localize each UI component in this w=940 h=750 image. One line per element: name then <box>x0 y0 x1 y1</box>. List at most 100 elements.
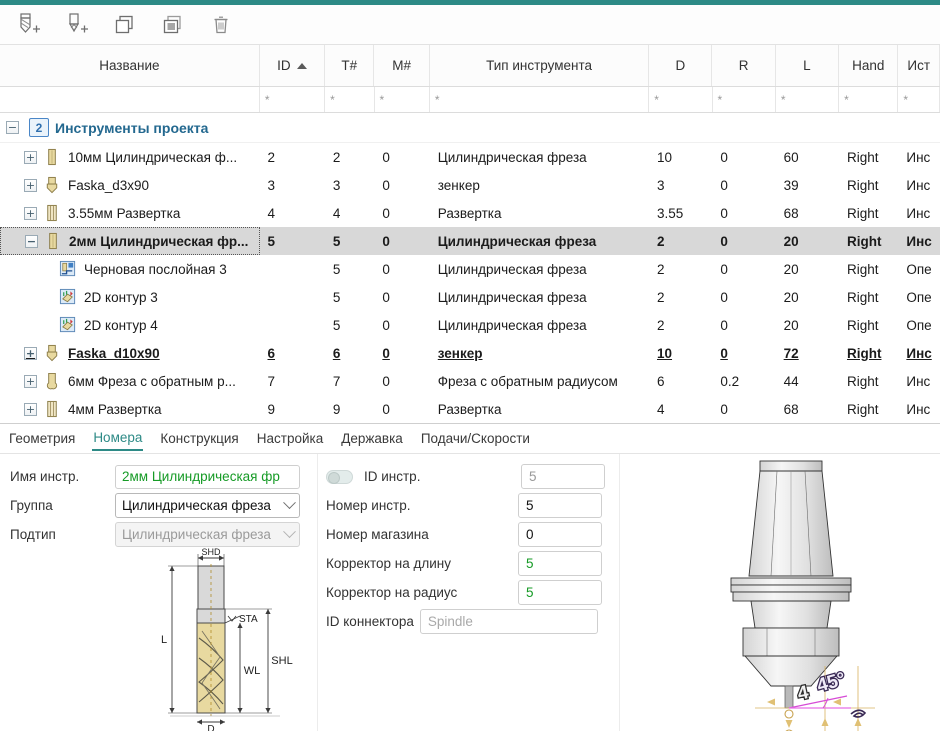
filter-input-name[interactable] <box>0 87 260 112</box>
column-header-mnum[interactable]: M# <box>374 45 430 86</box>
row-expander-toggle[interactable]: + <box>24 206 37 220</box>
cell-r: 0 <box>720 205 728 221</box>
cell-name: 2D контур 4 <box>0 311 260 339</box>
cell-m: 0 <box>382 401 390 417</box>
length-offset-input[interactable]: 5 <box>518 551 602 576</box>
copy-button[interactable] <box>102 7 148 43</box>
field-tool-number-label: Номер инстр. <box>326 498 411 513</box>
field-connector-id: ID коннектора Spindle <box>318 607 619 636</box>
column-header-tnum[interactable]: T# <box>325 45 375 86</box>
tab-2[interactable]: Конструкция <box>159 428 239 450</box>
table-row[interactable]: Черновая послойная 3 5 0 Цилиндрическая фре… <box>0 255 940 283</box>
cell-r: 0 <box>720 177 728 193</box>
table-row[interactable]: 2D контур 4 5 0 Цилиндрическая фреза 2 0 20 Rig… <box>0 311 940 339</box>
filter-input-radius[interactable]: * <box>713 87 776 112</box>
table-row[interactable]: +6мм Фреза с обратным р... 7 7 0 Фреза с обр… <box>0 367 940 395</box>
filter-input-mnum[interactable]: * <box>375 87 430 112</box>
row-expander-toggle[interactable]: + <box>24 346 37 360</box>
radius-offset-input[interactable]: 5 <box>518 580 602 605</box>
column-header-tnum-label: T# <box>341 58 358 73</box>
row-expander-toggle[interactable]: + <box>24 178 37 192</box>
cell-name: − 2мм Цилиндрическая фр... <box>0 227 260 255</box>
tab-5[interactable]: Подачи/Скорости <box>420 428 531 450</box>
field-tool-name-label: Имя инстр. <box>10 469 80 484</box>
cell-name: + Faska_d3x90 <box>0 171 260 199</box>
diagram-label-shd: SHD <box>201 547 221 557</box>
cell-r: 0 <box>720 345 728 361</box>
table-row[interactable]: + Faska_d10x90 6 6 0 зенкер 10 0 72 Right Инс <box>0 339 940 367</box>
tab-3[interactable]: Настройка <box>256 428 324 450</box>
cell-m: 0 <box>374 227 430 255</box>
chevron-down-icon <box>283 525 296 539</box>
tool-number-input[interactable]: 5 <box>518 493 602 518</box>
column-header-radius[interactable]: R <box>712 45 776 86</box>
tool-holder-3d-view[interactable]: 4 45° <box>715 456 875 731</box>
cell-id: 9 <box>267 401 276 417</box>
tab-4[interactable]: Державка <box>340 428 404 450</box>
paste-button[interactable] <box>150 7 196 43</box>
row-name-label: 2D контур 4 <box>84 317 158 333</box>
column-header-source[interactable]: Ист <box>898 45 940 86</box>
column-header-diameter[interactable]: D <box>649 45 713 86</box>
tool-name-input[interactable]: 2мм Цилиндрическая фр <box>115 464 300 489</box>
column-header-hand[interactable]: Hand <box>839 45 899 86</box>
cell-name: +10мм Цилиндрическая ф... <box>0 143 260 171</box>
group-title-label: Инструменты проекта <box>55 119 209 136</box>
table-row[interactable]: + Faska_d3x90 3 3 0 зенкер 3 0 39 Right Инс <box>0 171 940 199</box>
filter-star-type: * <box>434 92 440 107</box>
column-header-id[interactable]: ID <box>260 45 326 86</box>
row-expander-toggle[interactable]: − <box>25 234 38 248</box>
filter-input-length[interactable]: * <box>776 87 840 112</box>
row-name-label: Faska_d3x90 <box>68 177 150 193</box>
field-radius-offset: Корректор на радиус 5 <box>318 578 619 607</box>
table-body: +10мм Цилиндрическая ф... 2 2 0 Цилиндрическ… <box>0 143 940 423</box>
filter-input-diameter[interactable]: * <box>649 87 713 112</box>
group-select[interactable]: Цилиндрическая фреза <box>115 493 300 518</box>
table-row[interactable]: +10мм Цилиндрическая ф... 2 2 0 Цилиндрическ… <box>0 143 940 171</box>
cell-d: 2 <box>657 317 665 333</box>
table-row[interactable]: +4мм Развертка 9 9 0 Развертка 4 0 68 Right Инс <box>0 395 940 423</box>
form-column-numbers: ID инстр. 5 Номер инстр. 5 Номер магазин… <box>318 454 620 731</box>
magazine-number-input[interactable]: 0 <box>518 522 602 547</box>
tool-table: Название ID T# M# Тип инструмента D R L … <box>0 45 940 423</box>
toggle-knob <box>328 471 340 484</box>
column-header-name[interactable]: Название <box>0 45 260 86</box>
row-expander-toggle[interactable]: + <box>24 374 37 388</box>
table-row[interactable]: 2D контур 3 5 0 Цилиндрическая фреза 2 0 20 Rig… <box>0 283 940 311</box>
table-row[interactable]: +3.55мм Развертка 4 4 0 Развертка 3.55 0 68 Righ… <box>0 199 940 227</box>
diagram-label-d: D <box>207 724 214 731</box>
filter-input-tnum[interactable]: * <box>325 87 375 112</box>
filter-input-tool-type[interactable]: * <box>430 87 650 112</box>
reamer-icon <box>43 203 61 223</box>
group-expander-toggle[interactable]: − <box>6 121 19 134</box>
tool-id-toggle[interactable] <box>326 469 353 484</box>
column-header-length[interactable]: L <box>776 45 840 86</box>
filter-star-src: * <box>903 92 909 107</box>
delete-button[interactable] <box>198 7 244 43</box>
row-expander-toggle[interactable]: + <box>24 402 37 416</box>
filter-star-tnum: * <box>330 92 335 107</box>
filter-input-id[interactable]: * <box>260 87 326 112</box>
filter-input-hand[interactable]: * <box>839 87 899 112</box>
cell-r: 0 <box>720 261 728 277</box>
filter-input-source[interactable]: * <box>898 87 940 112</box>
connector-id-input[interactable]: Spindle <box>419 609 598 634</box>
table-header-row: Название ID T# M# Тип инструмента D R L … <box>0 45 940 87</box>
field-subtype-label: Подтип <box>10 527 56 542</box>
row-expander-toggle[interactable]: + <box>24 150 37 164</box>
table-row[interactable]: −2мм Цилиндрическая фр... 5 5 0 Цилиндрическ… <box>0 227 940 255</box>
cell-d: 2 <box>649 227 713 255</box>
add-drill-tool-button[interactable] <box>54 7 100 43</box>
tab-1[interactable]: Номера <box>92 427 144 451</box>
add-mill-tool-button[interactable] <box>6 7 52 43</box>
field-tool-number: Номер инстр. 5 <box>318 491 619 520</box>
tab-0[interactable]: Геометрия <box>8 428 76 450</box>
field-subtype: Подтип Цилиндрическая фреза <box>0 520 317 549</box>
column-header-tool-type[interactable]: Тип инструмента <box>430 45 650 86</box>
row-name-label: 4мм Развертка <box>68 401 162 417</box>
cell-type: Развертка <box>437 401 502 417</box>
filter-star-l: * <box>780 92 786 107</box>
cell-r: 0 <box>720 401 728 417</box>
column-header-source-label: Ист <box>907 58 931 73</box>
tree-group-project-tools[interactable]: − 2 Инструменты проекта <box>0 113 940 143</box>
